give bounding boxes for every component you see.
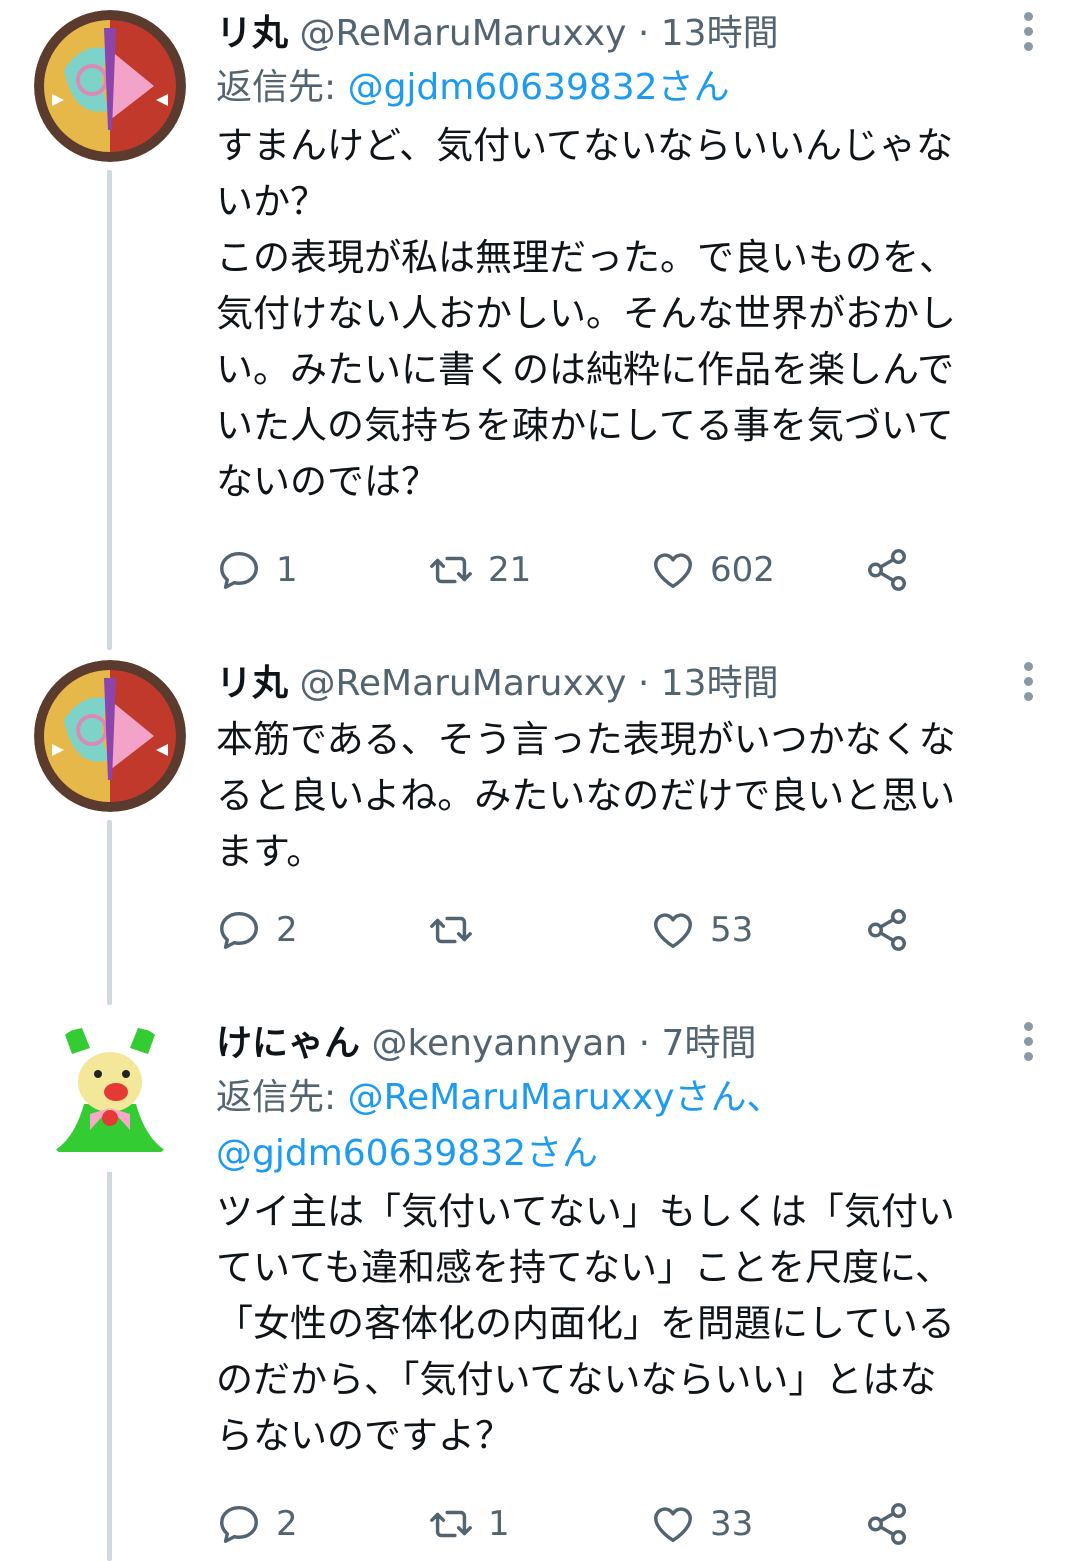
user-handle[interactable]: @kenyannyan xyxy=(371,1023,627,1064)
display-name[interactable]: けにゃん xyxy=(216,1023,360,1064)
reply-icon xyxy=(220,551,258,589)
like-button[interactable]: 53 xyxy=(650,900,753,960)
reply-prefix: 返信先: xyxy=(216,1077,348,1118)
reply-context: 返信先: @ReMaruMaruxxyさん、 @gjdm60639832さん xyxy=(216,1070,1019,1182)
retweet-button[interactable]: 21 xyxy=(428,540,531,600)
retweet-count: 21 xyxy=(488,550,532,590)
share-button[interactable] xyxy=(864,540,910,600)
tweet-text: すまんけど、気付いてないならいいんじゃな いか？ この表現が私は無理だった。で良… xyxy=(216,124,956,503)
avatar[interactable] xyxy=(34,660,186,812)
retweet-icon xyxy=(430,1510,472,1538)
more-vertical-icon[interactable] xyxy=(1021,1022,1035,1061)
reply-icon xyxy=(220,1505,258,1543)
like-button[interactable]: 602 xyxy=(650,540,775,600)
timestamp[interactable]: 13時間 xyxy=(661,13,779,54)
retweet-button[interactable]: 1 xyxy=(428,1494,510,1554)
tweet-header: けにゃん @kenyannyan · 7時間 xyxy=(216,1018,1019,1070)
reply-context: 返信先: @gjdm60639832さん xyxy=(216,60,1019,116)
reply-icon xyxy=(220,911,258,949)
reply-button[interactable]: 2 xyxy=(216,1494,298,1554)
heart-icon xyxy=(654,1507,692,1543)
tweet-text: ツイ主は「気付いてない」もしくは「気付い ていても違和感を持てない」ことを尺度に… xyxy=(216,1190,955,1457)
separator-dot: · xyxy=(637,13,650,54)
tweet-header: リ丸 @ReMaruMaruxxy · 13時間 xyxy=(216,8,1019,60)
share-button[interactable] xyxy=(864,1494,910,1554)
retweet-icon xyxy=(430,556,472,584)
more-vertical-icon[interactable] xyxy=(1021,12,1035,51)
tweet-header: リ丸 @ReMaruMaruxxy · 13時間 xyxy=(216,658,1019,710)
avatar[interactable] xyxy=(34,1020,186,1172)
reply-prefix: 返信先: xyxy=(216,67,348,108)
thread-line xyxy=(107,1160,112,1561)
display-name[interactable]: リ丸 xyxy=(216,663,288,704)
timestamp[interactable]: 7時間 xyxy=(662,1023,757,1064)
share-button[interactable] xyxy=(864,900,910,960)
reply-button[interactable]: 1 xyxy=(216,540,298,600)
like-button[interactable]: 33 xyxy=(650,1494,753,1554)
retweet-count: 1 xyxy=(488,1504,510,1544)
share-icon xyxy=(868,1503,906,1545)
reply-count: 2 xyxy=(276,1504,298,1544)
more-vertical-icon[interactable] xyxy=(1021,662,1035,701)
mention-link[interactable]: @gjdm60639832さん xyxy=(348,67,730,108)
heart-icon xyxy=(654,553,692,589)
like-count: 602 xyxy=(710,550,775,590)
avatar[interactable] xyxy=(34,10,186,162)
thread-line xyxy=(107,170,112,650)
retweet-button[interactable] xyxy=(428,900,488,960)
share-icon xyxy=(868,549,906,591)
tweet-actions: 2 1 33 xyxy=(216,1494,1016,1554)
retweet-icon xyxy=(430,916,472,944)
share-icon xyxy=(868,909,906,951)
user-handle[interactable]: @ReMaruMaruxxy xyxy=(299,13,626,54)
mention-link[interactable]: @ReMaruMaruxxyさん、 xyxy=(348,1077,783,1118)
reply-count: 2 xyxy=(276,910,298,950)
separator-dot: · xyxy=(637,663,650,704)
thread-line xyxy=(107,820,112,1005)
separator-dot: · xyxy=(638,1023,651,1064)
mention-link[interactable]: @gjdm60639832さん xyxy=(216,1133,598,1174)
user-handle[interactable]: @ReMaruMaruxxy xyxy=(299,663,626,704)
tweet-actions: 1 21 602 xyxy=(216,540,1016,600)
tweet-actions: 2 53 xyxy=(216,900,1016,960)
like-count: 53 xyxy=(710,910,754,950)
like-count: 33 xyxy=(710,1504,754,1544)
heart-icon xyxy=(654,913,692,949)
display-name[interactable]: リ丸 xyxy=(216,13,288,54)
timestamp[interactable]: 13時間 xyxy=(661,663,779,704)
reply-button[interactable]: 2 xyxy=(216,900,298,960)
reply-count: 1 xyxy=(276,550,298,590)
tweet-text: 本筋である、そう言った表現がいつかなくな ると良いよね。みたいなのだけで良いと思… xyxy=(216,718,956,873)
